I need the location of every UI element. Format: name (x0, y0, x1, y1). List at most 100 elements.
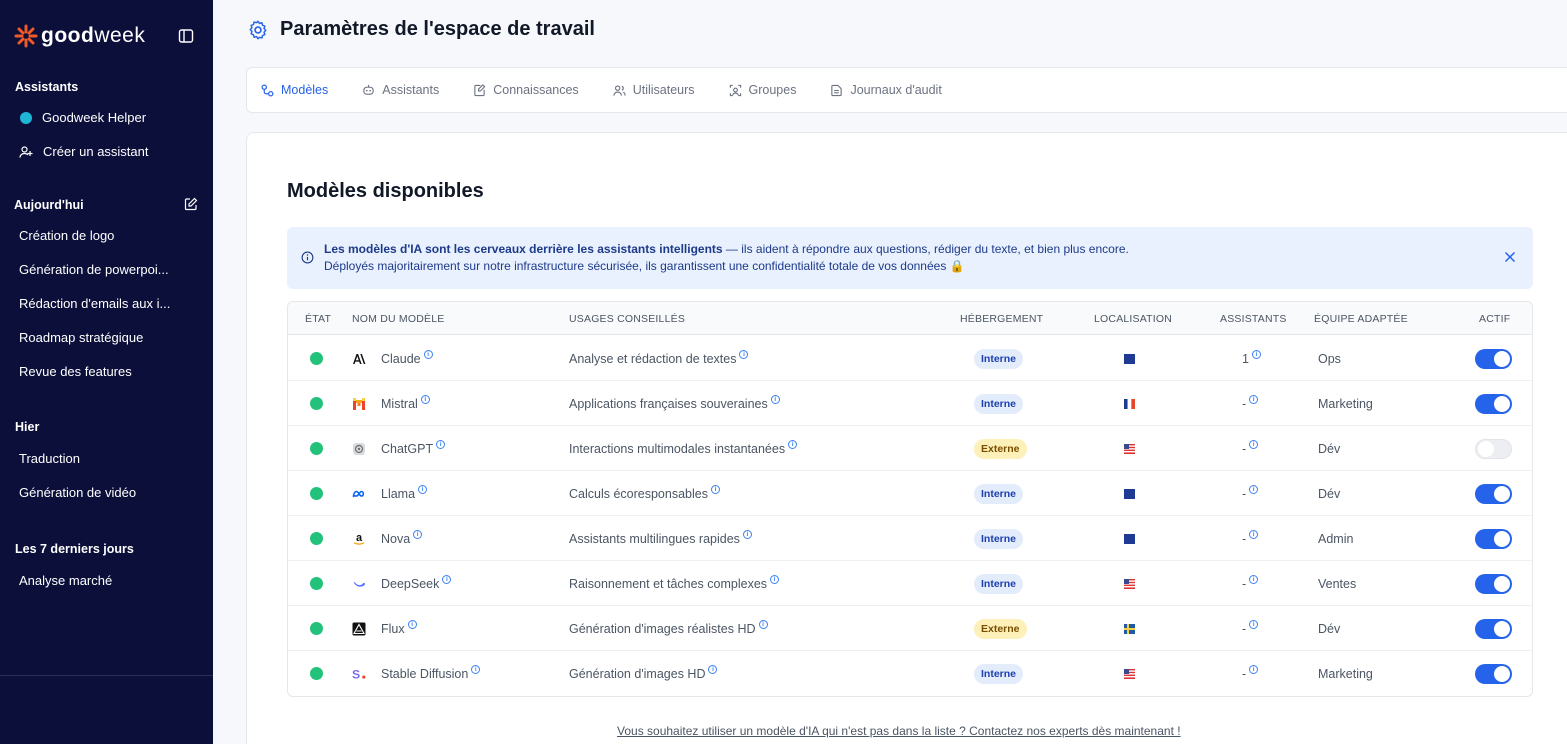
page-title: Paramètres de l'espace de travail (280, 18, 595, 40)
info-icon[interactable]: i (1249, 575, 1259, 584)
info-icon[interactable]: i (770, 395, 780, 404)
assistants-cell: -i (1242, 606, 1259, 651)
active-toggle[interactable] (1475, 618, 1512, 639)
status-indicator (310, 442, 323, 455)
tab-models[interactable]: Modèles (261, 83, 328, 97)
column-header-hosting: HÉBERGEMENT (960, 313, 1044, 325)
toggle-knob (1478, 440, 1494, 457)
info-icon[interactable]: i (739, 350, 749, 359)
info-icon[interactable]: i (708, 665, 718, 674)
active-toggle[interactable] (1475, 393, 1512, 414)
state-cell (310, 336, 323, 381)
info-icon[interactable]: i (420, 395, 430, 404)
state-cell (310, 426, 323, 471)
tab-groups[interactable]: Groupes (729, 83, 796, 97)
assistants-count: - (1242, 576, 1247, 591)
sidebar-item-create-assistant[interactable]: Créer un assistant (19, 144, 149, 159)
info-bold-text: Les modèles d'IA sont les cerveaux derri… (324, 242, 723, 256)
assistants-count: - (1242, 486, 1247, 501)
new-chat-icon[interactable] (184, 197, 198, 211)
hosting-cell: Externe (974, 426, 1027, 471)
usage-text: Assistants multilingues rapides (569, 531, 740, 546)
team-name: Marketing (1318, 396, 1373, 411)
info-icon[interactable]: i (436, 440, 446, 449)
usage-cell: Assistants multilingues rapides i (569, 516, 752, 561)
active-toggle[interactable] (1475, 573, 1512, 594)
team-name: Dév (1318, 486, 1341, 501)
info-icon[interactable]: i (1249, 665, 1259, 674)
contact-experts-link[interactable]: Vous souhaitez utiliser un modèle d'IA q… (617, 724, 1181, 738)
sidebar-item-conversation[interactable]: Génération de vidéo (19, 485, 136, 500)
info-icon[interactable]: i (418, 485, 428, 494)
sidebar-item-conversation[interactable]: Génération de powerpoi... (19, 262, 169, 277)
info-icon[interactable]: i (1249, 620, 1259, 629)
assistants-count: 1 (1242, 351, 1249, 366)
info-icon[interactable]: i (471, 665, 481, 674)
info-icon[interactable]: i (413, 530, 423, 539)
hosting-badge: Interne (974, 393, 1024, 414)
active-toggle[interactable] (1475, 663, 1512, 684)
info-text-line2: Déployés majoritairement sur notre infra… (324, 259, 965, 273)
page-header: Paramètres de l'espace de travail (247, 18, 595, 41)
status-indicator (310, 397, 323, 410)
active-cell (1475, 381, 1512, 426)
status-indicator (310, 487, 323, 500)
close-icon[interactable] (1503, 250, 1517, 264)
sidebar-item-conversation[interactable]: Création de logo (19, 228, 114, 243)
tab-audit-logs[interactable]: Journaux d'audit (830, 83, 942, 97)
active-toggle[interactable] (1475, 528, 1512, 549)
sidebar-toggle-icon[interactable] (178, 28, 194, 44)
sidebar-item-conversation[interactable]: Rédaction d'emails aux i... (19, 296, 170, 311)
sidebar-item-goodweek-helper[interactable]: Goodweek Helper (19, 110, 146, 125)
location-cell (1124, 471, 1135, 516)
info-icon[interactable]: i (423, 350, 433, 359)
assistant-icon (363, 84, 374, 95)
team-cell: Marketing (1318, 381, 1373, 426)
tab-label: Assistants (382, 83, 440, 97)
state-cell (310, 516, 323, 561)
info-icon[interactable]: i (758, 620, 768, 629)
sidebar-item-conversation[interactable]: Revue des features (19, 364, 132, 379)
info-icon[interactable]: i (788, 440, 798, 449)
sidebar-item-conversation[interactable]: Roadmap stratégique (19, 330, 143, 345)
tab-label: Modèles (281, 83, 329, 97)
assistants-section-title: Assistants (15, 80, 79, 94)
info-icon[interactable]: i (1249, 485, 1259, 494)
hosting-cell: Interne (974, 651, 1024, 696)
model-name-cell: Mistral i (352, 381, 430, 426)
amazon-logo-icon: a (352, 532, 366, 546)
today-section-title: Aujourd'hui (14, 198, 84, 212)
team-name: Dév (1318, 441, 1341, 456)
models-icon (261, 84, 274, 96)
usage-cell: Applications françaises souveraines i (569, 381, 780, 426)
active-toggle[interactable] (1475, 483, 1512, 504)
info-icon[interactable]: i (742, 530, 752, 539)
info-icon[interactable]: i (407, 620, 417, 629)
section-title: Modèles disponibles (287, 180, 484, 202)
hosting-cell: Interne (974, 516, 1024, 561)
tab-label: Utilisateurs (632, 83, 695, 97)
sweden-flag-icon (1124, 623, 1135, 634)
info-icon[interactable]: i (1249, 440, 1259, 449)
active-cell (1475, 336, 1512, 381)
info-icon[interactable]: i (442, 575, 452, 584)
sidebar-item-conversation[interactable]: Traduction (19, 451, 80, 466)
hosting-cell: Interne (974, 561, 1024, 606)
assistants-cell: -i (1242, 471, 1259, 516)
brand-logo[interactable]: goodweek (14, 22, 145, 50)
info-icon[interactable]: i (770, 575, 780, 584)
info-icon[interactable]: i (1251, 350, 1261, 359)
model-name-cell: S Stable Diffusion i (352, 651, 481, 696)
sidebar-item-conversation[interactable]: Analyse marché (19, 573, 112, 588)
active-toggle[interactable] (1475, 348, 1512, 369)
tab-knowledge[interactable]: Connaissances (473, 83, 579, 97)
column-header-team: ÉQUIPE ADAPTÉE (1314, 313, 1408, 325)
tab-assistants[interactable]: Assistants (362, 83, 439, 97)
tab-users[interactable]: Utilisateurs (613, 83, 695, 97)
active-toggle[interactable] (1475, 438, 1512, 459)
info-icon[interactable]: i (1249, 530, 1259, 539)
info-icon[interactable]: i (710, 485, 720, 494)
team-cell: Ops (1318, 336, 1341, 381)
info-icon[interactable]: i (1249, 395, 1259, 404)
status-indicator (310, 667, 323, 680)
